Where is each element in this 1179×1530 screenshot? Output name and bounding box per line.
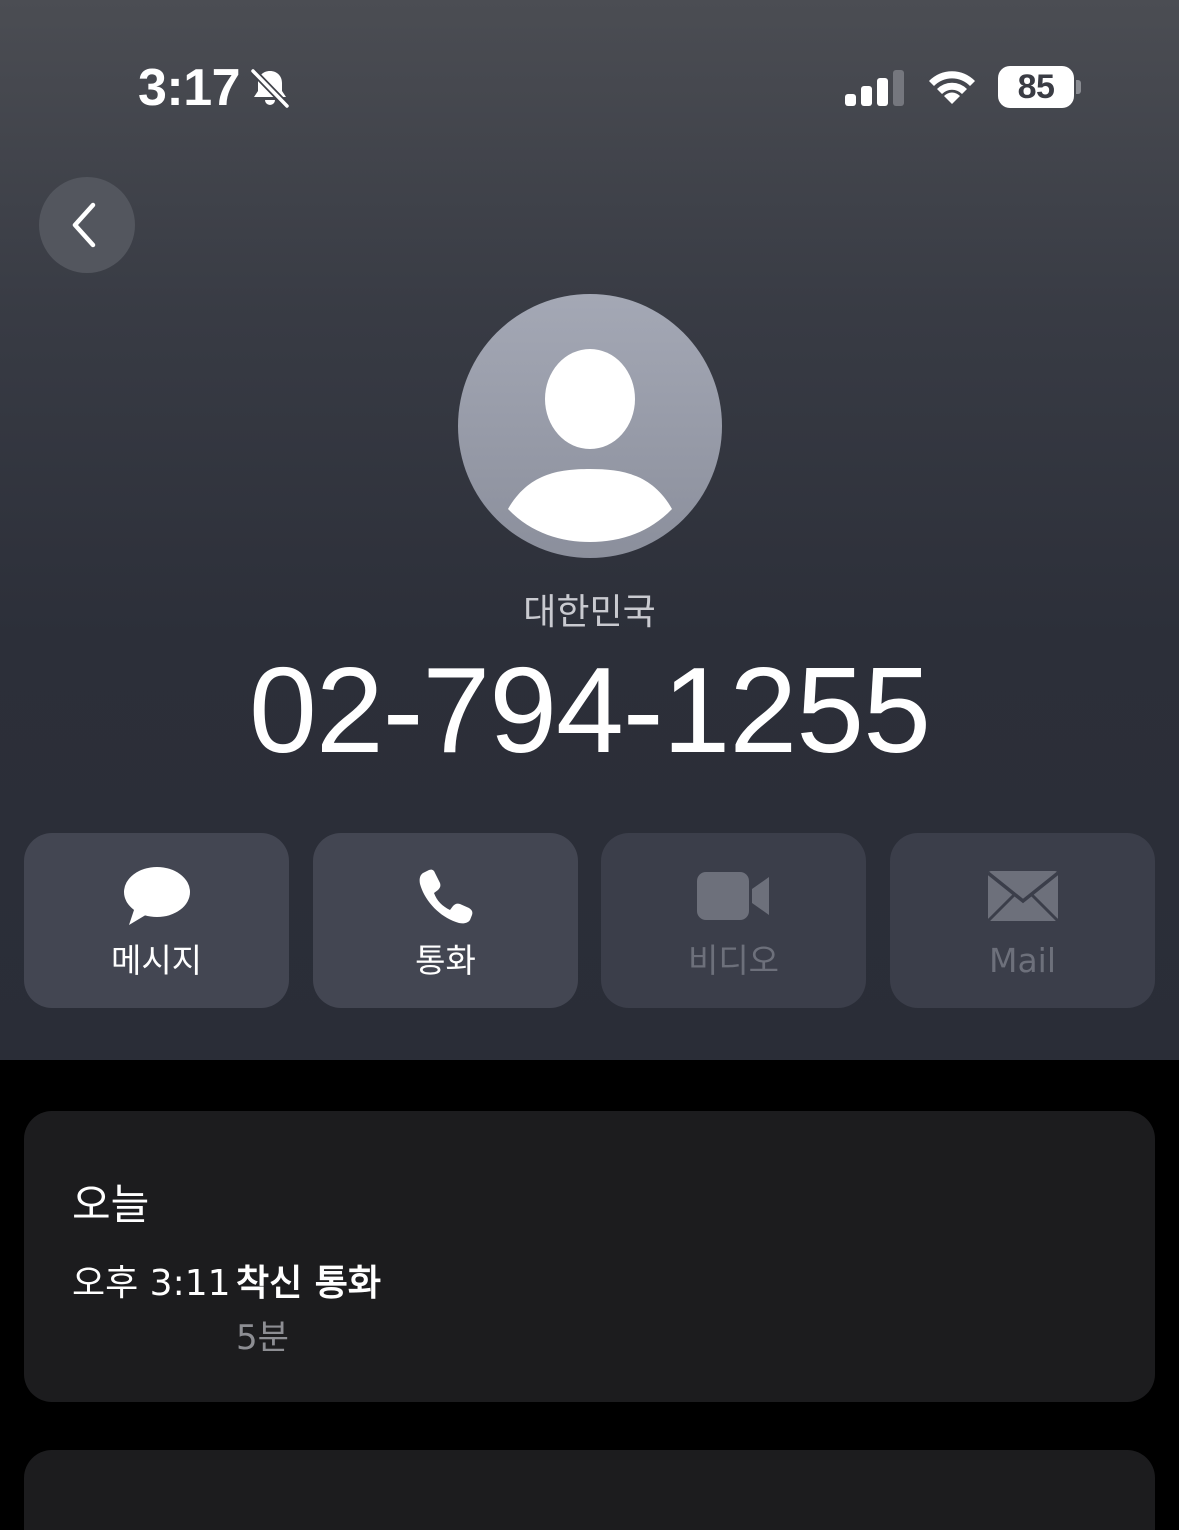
video-camera-icon (696, 872, 769, 920)
history-time: 오후 3:11 (72, 1263, 231, 1304)
status-time: 3:17 (138, 59, 241, 117)
history-day: 오늘 (72, 1180, 150, 1229)
battery-icon: 85 (998, 66, 1074, 108)
action-buttons: 메시지 통화 비디오 Mail (24, 833, 1155, 1008)
bell-slash-icon (250, 68, 290, 109)
avatar (458, 294, 722, 558)
battery-tip (1076, 80, 1081, 94)
call-button[interactable]: 통화 (313, 833, 578, 1008)
next-card (24, 1450, 1155, 1530)
phone-icon (419, 869, 472, 924)
history-call-type: 착신 통화 (236, 1263, 382, 1304)
mail-label: Mail (988, 941, 1057, 980)
call-history-card: 오늘 오후 3:11 착신 통화 5분 (24, 1111, 1155, 1402)
wifi-icon (929, 71, 975, 104)
cellular-signal-icon (845, 70, 904, 106)
video-button[interactable]: 비디오 (601, 833, 866, 1008)
chevron-left-icon (72, 202, 96, 248)
video-label: 비디오 (687, 941, 780, 980)
contact-country: 대한민국 (523, 592, 656, 633)
mail-button[interactable]: Mail (890, 833, 1155, 1008)
history-duration: 5분 (236, 1318, 289, 1358)
message-label: 메시지 (110, 941, 203, 980)
message-bubble-icon (123, 867, 190, 925)
message-button[interactable]: 메시지 (24, 833, 289, 1008)
phone-number: 02-794-1255 (249, 642, 931, 778)
person-silhouette-icon (508, 349, 672, 542)
back-button[interactable] (39, 177, 135, 273)
call-label: 통화 (415, 941, 476, 980)
envelope-icon (986, 871, 1059, 923)
